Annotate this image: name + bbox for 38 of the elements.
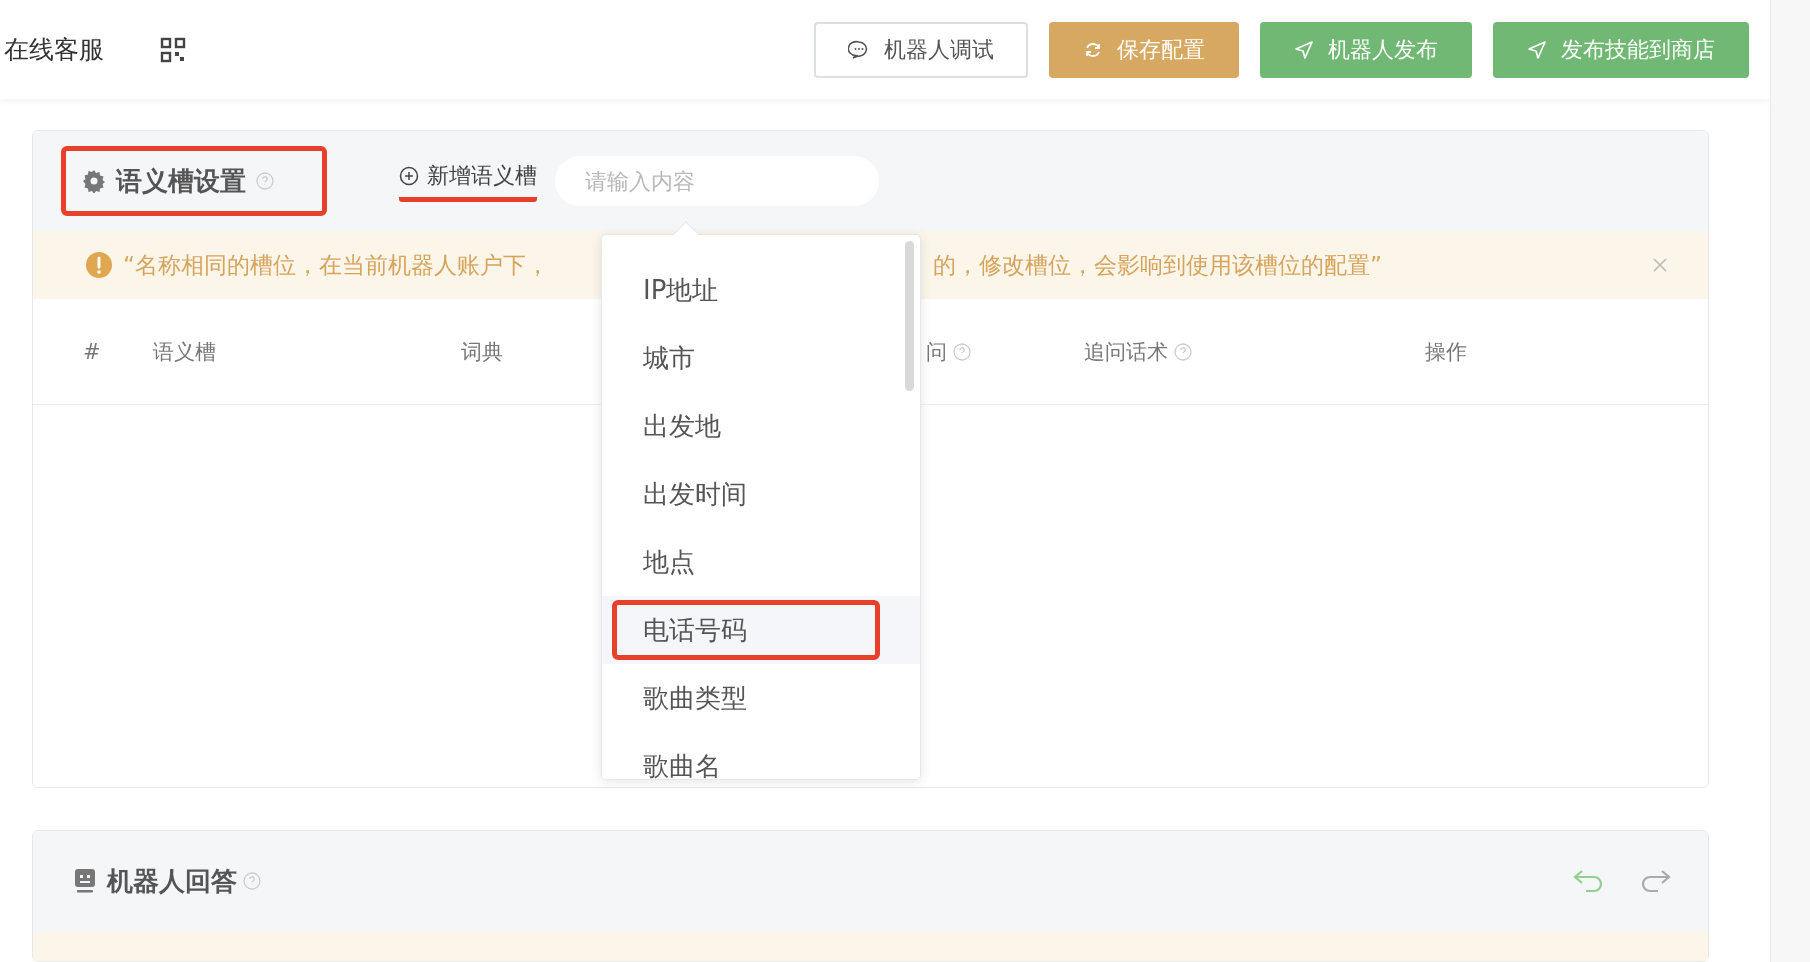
gear-icon bbox=[82, 169, 106, 193]
section-title: 语义槽设置 bbox=[116, 164, 246, 198]
column-header: 操作 bbox=[1425, 338, 1467, 366]
redo-icon[interactable] bbox=[1640, 868, 1672, 894]
page-title: 在线客服 bbox=[4, 34, 104, 66]
dropdown-option[interactable]: 歌曲类型 bbox=[602, 664, 920, 732]
notice-text: “名称相同的槽位，在当前机器人账户下， bbox=[123, 250, 549, 280]
column-header: 语义槽 bbox=[153, 338, 216, 366]
help-icon[interactable] bbox=[1174, 342, 1192, 361]
dropdown-option[interactable]: 电话号码 bbox=[602, 596, 920, 664]
toolbar-button[interactable]: 机器人调试 bbox=[814, 21, 1028, 78]
dropdown-option[interactable]: IP地址 bbox=[602, 256, 920, 324]
help-icon[interactable] bbox=[243, 872, 261, 890]
search-field[interactable]: 请输入内容 bbox=[555, 156, 879, 206]
dropdown-option[interactable]: 出发时间 bbox=[602, 460, 920, 528]
help-icon[interactable] bbox=[953, 342, 971, 361]
dropdown-option[interactable]: 城市 bbox=[602, 324, 920, 392]
chat-icon bbox=[848, 38, 870, 61]
close-icon[interactable] bbox=[1652, 257, 1668, 273]
dropdown-option[interactable]: 歌曲名 bbox=[602, 732, 920, 779]
column-header: 问 bbox=[926, 337, 971, 366]
robot-icon bbox=[73, 868, 97, 894]
send-icon bbox=[1294, 39, 1314, 60]
qr-code-icon[interactable] bbox=[160, 36, 186, 63]
add-slot-link[interactable]: 新增语义槽 bbox=[399, 160, 537, 202]
dropdown-option[interactable]: 出发地 bbox=[602, 392, 920, 460]
plus-circle-icon bbox=[399, 165, 419, 186]
column-header: # bbox=[83, 339, 101, 364]
notice-text: 的，修改槽位，会影响到使用该槽位的配置” bbox=[933, 250, 1382, 280]
column-header: 追问话术 bbox=[1084, 337, 1192, 366]
scrollbar-thumb[interactable] bbox=[905, 241, 914, 391]
dropdown-option[interactable]: 地点 bbox=[602, 528, 920, 596]
send-icon bbox=[1527, 39, 1547, 60]
section-title: 机器人回答 bbox=[107, 864, 237, 898]
warning-icon bbox=[85, 251, 113, 279]
undo-icon[interactable] bbox=[1572, 868, 1604, 894]
help-icon[interactable] bbox=[256, 172, 274, 190]
column-header: 词典 bbox=[461, 338, 503, 366]
